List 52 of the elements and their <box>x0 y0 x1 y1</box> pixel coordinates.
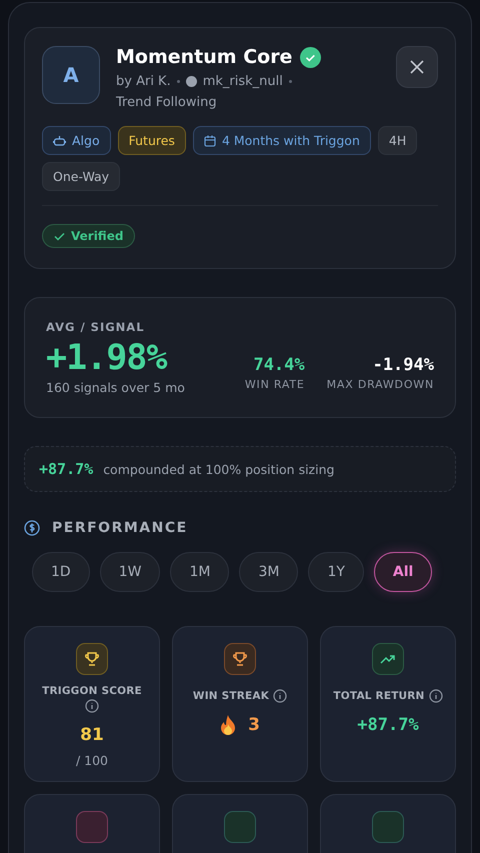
period-tab[interactable]: 1Y <box>308 552 364 592</box>
period-tab[interactable]: 1W <box>100 552 160 592</box>
summary-note: 160 signals over 5 mo <box>46 380 186 395</box>
period-tab[interactable]: All <box>374 552 432 592</box>
summary-label: AVG / SIGNAL <box>46 320 146 334</box>
tag-label: Algo <box>72 133 100 148</box>
separator-dot <box>288 80 292 83</box>
period-tab[interactable]: 1D <box>32 552 90 592</box>
dollar-coin-icon <box>24 520 40 536</box>
tile-value: +87.7% <box>357 715 419 735</box>
handle[interactable]: mk_risk_null <box>202 74 283 89</box>
avatar: A <box>42 46 100 104</box>
trophy-icon <box>84 651 100 667</box>
tile-value: 3 <box>220 715 260 735</box>
separator-dot <box>176 80 180 83</box>
strategy-title: Momentum Core <box>116 46 292 68</box>
compounded-value: +87.7% <box>39 460 94 478</box>
metric-label: MAX DRAWDOWN <box>326 378 434 391</box>
period-tab[interactable]: 3M <box>239 552 298 592</box>
calendar-icon <box>204 134 216 146</box>
metric-value: -1.94% <box>372 355 434 375</box>
tile-label: WIN STREAK <box>192 690 270 702</box>
user-dot-icon <box>186 76 197 87</box>
icon-badge <box>372 811 404 843</box>
author: by Ari K. <box>116 74 171 89</box>
avg-signal-value: +1.98% <box>46 338 168 378</box>
tag-label: One-Way <box>53 169 110 184</box>
tag-label: 4H <box>388 133 406 148</box>
status-label: Verified <box>71 229 124 243</box>
flame-icon <box>220 715 236 735</box>
info-icon[interactable] <box>273 689 288 703</box>
compounded-text: compounded at 100% position sizing <box>103 462 334 476</box>
category: Trend Following <box>116 95 218 110</box>
tag-label: 4 Months with Triggon <box>222 133 360 148</box>
section-title: PERFORMANCE <box>52 520 188 536</box>
trophy-icon <box>232 651 248 667</box>
close-icon <box>410 60 424 74</box>
metric-label: WIN RATE <box>244 378 305 391</box>
tile-value: 81 <box>80 725 104 745</box>
close-button[interactable] <box>396 46 438 88</box>
metric-value: 74.4% <box>253 355 305 375</box>
icon-badge <box>76 811 108 843</box>
info-icon[interactable] <box>85 699 99 713</box>
tile-subtext: / 100 <box>76 753 108 768</box>
check-icon <box>54 232 65 240</box>
info-icon[interactable] <box>428 689 443 703</box>
tile-label: TRIGGON SCORE <box>42 685 142 697</box>
tile-label: TOTAL RETURN <box>333 690 425 702</box>
tag-label: Futures <box>128 133 175 148</box>
robot-icon <box>53 134 66 146</box>
icon-badge <box>224 811 256 843</box>
period-tab[interactable]: 1M <box>170 552 230 592</box>
